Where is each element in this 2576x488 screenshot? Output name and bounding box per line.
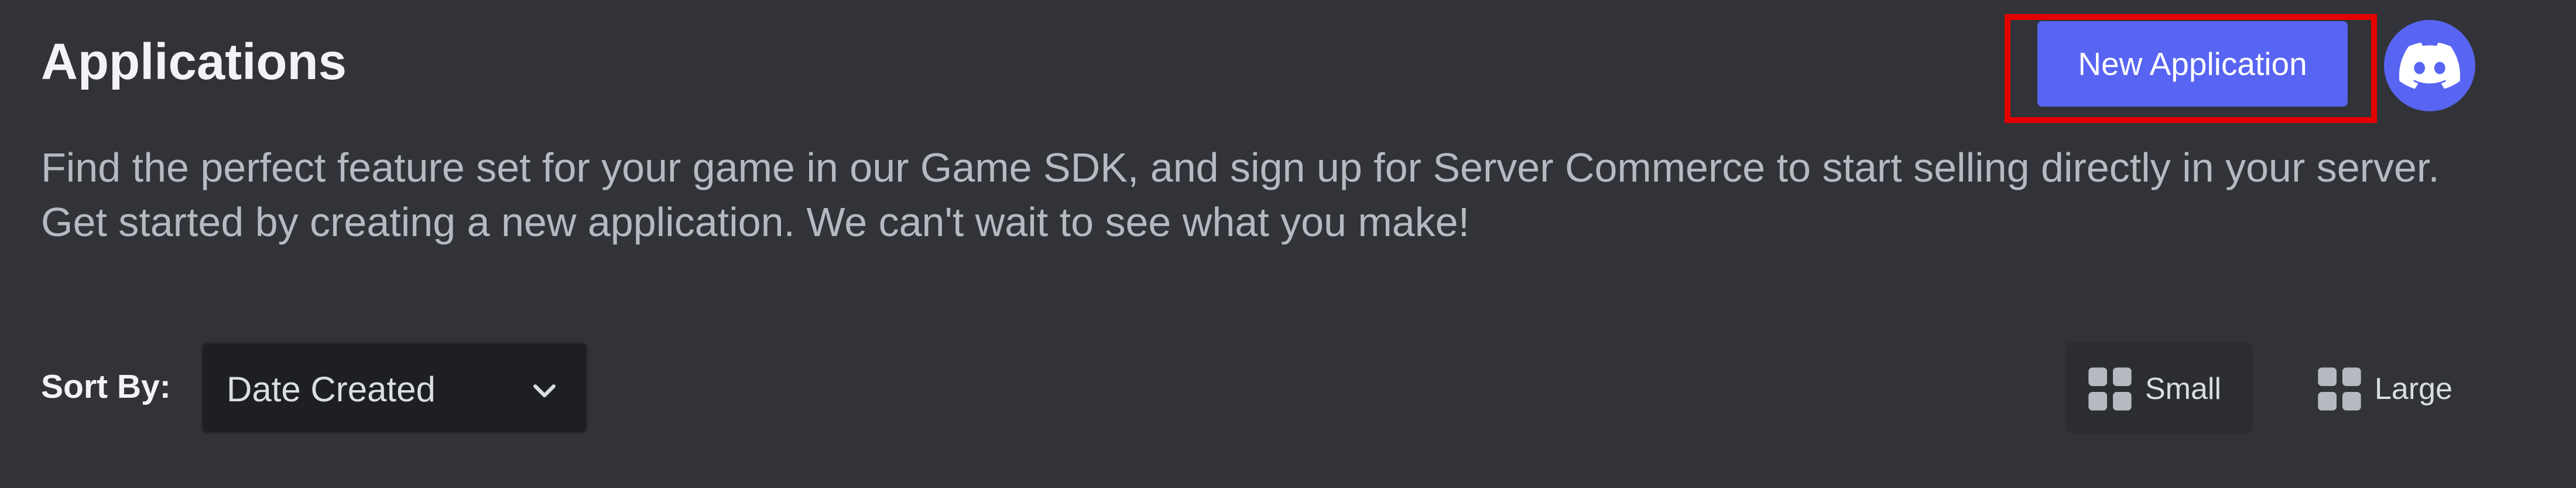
view-large-button[interactable]: Large bbox=[2295, 342, 2482, 434]
discord-logo-icon bbox=[2399, 42, 2460, 89]
grid-icon bbox=[2088, 367, 2132, 411]
new-application-button[interactable]: New Application bbox=[2037, 21, 2348, 107]
view-large-label: Large bbox=[2375, 372, 2452, 406]
sort-by-dropdown[interactable]: Date Created bbox=[201, 342, 588, 434]
chevron-down-icon bbox=[533, 384, 556, 398]
view-small-button[interactable]: Small bbox=[2065, 342, 2253, 434]
sort-by-label: Sort By: bbox=[41, 368, 171, 405]
page-title: Applications bbox=[41, 33, 347, 90]
sort-selected-value: Date Created bbox=[227, 370, 436, 409]
grid-icon bbox=[2318, 367, 2361, 411]
view-small-label: Small bbox=[2145, 372, 2222, 406]
page-description: Find the perfect feature set for your ga… bbox=[41, 145, 2440, 245]
avatar[interactable] bbox=[2384, 20, 2475, 111]
